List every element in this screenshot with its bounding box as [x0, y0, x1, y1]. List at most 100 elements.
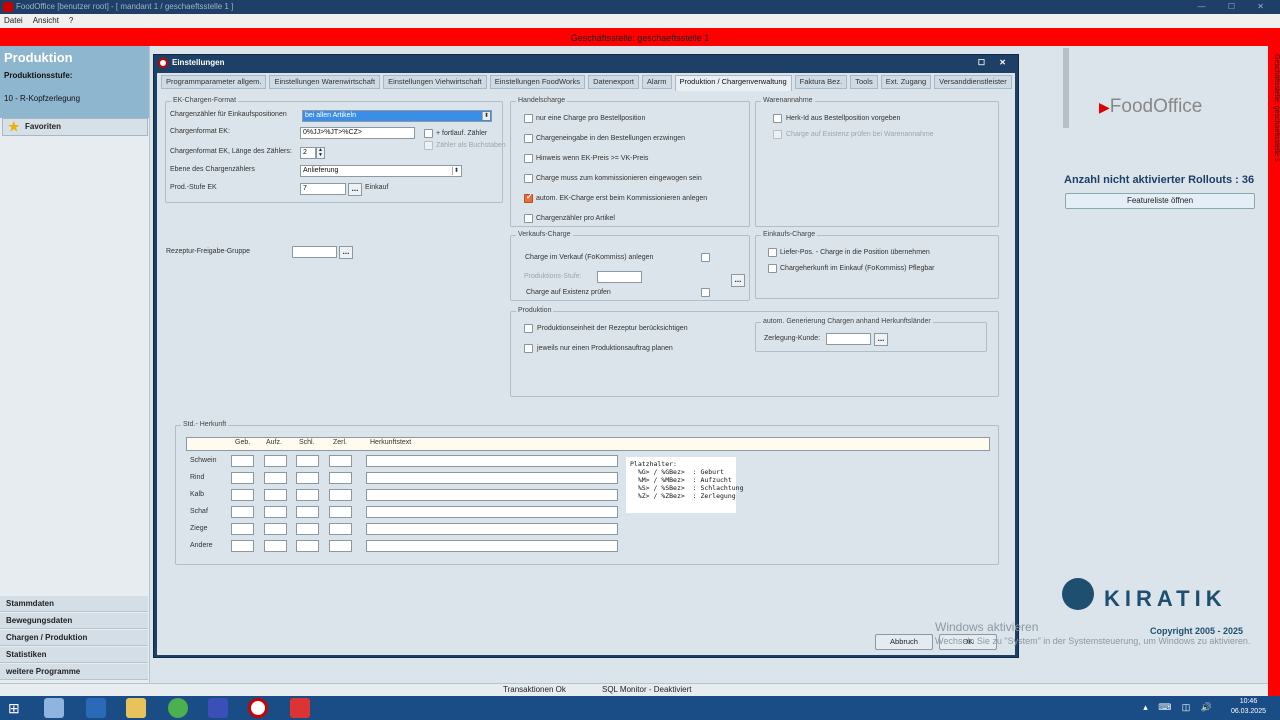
handel-cb-4[interactable]: ✓: [524, 192, 533, 203]
herkunft-cell-aufz[interactable]: [264, 489, 287, 501]
herkunftstext-input[interactable]: [366, 489, 618, 501]
einkaufs-charge-title: Einkaufs-Charge: [761, 231, 818, 238]
herkunft-cell-aufz[interactable]: [264, 523, 287, 535]
chargenformat-ek-input[interactable]: 0%JJ>%JT>%CZ>: [300, 127, 415, 139]
herkunft-cell-schl[interactable]: [296, 455, 319, 467]
tab-tools[interactable]: Tools: [850, 75, 878, 89]
abbruch-button[interactable]: Abbruch: [875, 634, 933, 650]
verkauf-anlegen-label: Charge im Verkauf (FoKommiss) anlegen: [525, 254, 654, 261]
herkunft-cell-schl[interactable]: [296, 506, 319, 518]
col-herkunftstext: Herkunftstext: [370, 439, 412, 446]
herkunft-cell-geb[interactable]: [231, 523, 254, 535]
produktionsauftrag-checkbox[interactable]: [524, 344, 533, 353]
tab-datenexport[interactable]: Datenexport: [588, 75, 639, 89]
herkunftstext-input[interactable]: [366, 523, 618, 535]
herkunft-cell-schl[interactable]: [296, 489, 319, 501]
herkunft-cell-schl[interactable]: [296, 523, 319, 535]
menu-help[interactable]: ?: [69, 16, 73, 25]
sidebar-item-statistiken[interactable]: Statistiken: [0, 647, 148, 663]
herkunftstext-input[interactable]: [366, 455, 618, 467]
verkauf-anlegen-checkbox[interactable]: [701, 253, 710, 262]
tab-versanddienstleister[interactable]: Versanddienstleister: [934, 75, 1012, 89]
produktions-stufe-lookup-button[interactable]: ...: [731, 274, 745, 287]
rezeptur-freigabe-lookup-button[interactable]: ...: [339, 246, 353, 259]
laenge-zaehler-input[interactable]: 2: [300, 147, 316, 159]
foodoffice-alt-icon[interactable]: [290, 698, 310, 718]
prod-stufe-ek-lookup-button[interactable]: ...: [348, 183, 362, 196]
herkunft-cell-geb[interactable]: [231, 540, 254, 552]
tab-viehwirtschaft[interactable]: Einstellungen Viehwirtschaft: [383, 75, 487, 89]
tab-foodworks[interactable]: Einstellungen FoodWorks: [489, 75, 586, 89]
zaehler-buchstaben-checkbox[interactable]: [424, 141, 433, 150]
herkunft-cell-geb[interactable]: [231, 506, 254, 518]
favoriten-button[interactable]: ★ Favoriten: [2, 118, 148, 136]
handel-cb-0[interactable]: [524, 114, 533, 123]
menu-ansicht[interactable]: Ansicht: [33, 16, 59, 25]
herkunft-cell-geb[interactable]: [231, 472, 254, 484]
herkunft-cell-geb[interactable]: [231, 455, 254, 467]
file-explorer-icon[interactable]: [126, 698, 146, 718]
tab-produktion-chargenverwaltung[interactable]: Produktion / Chargenverwaltung: [674, 75, 792, 91]
handel-cb-1[interactable]: [524, 134, 533, 143]
produktionseinheit-checkbox[interactable]: [524, 324, 533, 333]
chargenzaehler-label: Chargenzähler für Einkaufspositionen: [170, 111, 287, 118]
powershell-icon[interactable]: [86, 698, 106, 718]
herkunft-cell-schl[interactable]: [296, 540, 319, 552]
tab-faktura-bez[interactable]: Faktura Bez.: [794, 75, 848, 89]
foodoffice-task-icon[interactable]: [248, 698, 268, 718]
herk-id-checkbox[interactable]: [773, 114, 782, 123]
herkunft-cell-schl[interactable]: [296, 472, 319, 484]
rezeptur-freigabe-input[interactable]: [292, 246, 337, 258]
prod-stufe-ek-input[interactable]: 7: [300, 183, 346, 195]
laenge-zaehler-spinner[interactable]: ▲ ▼: [316, 147, 325, 159]
windows-start-icon[interactable]: ⊞: [8, 698, 28, 718]
liefer-pos-checkbox[interactable]: [768, 248, 777, 257]
existenz-warenannahme-checkbox[interactable]: [773, 130, 782, 139]
tab-alarm[interactable]: Alarm: [641, 75, 672, 89]
herkunft-cell-aufz[interactable]: [264, 540, 287, 552]
herkunft-cell-aufz[interactable]: [264, 506, 287, 518]
herkunftstext-input[interactable]: [366, 506, 618, 518]
tab-programmparameter[interactable]: Programmparameter allgem.: [161, 75, 267, 89]
fortlauf-zaehler-checkbox[interactable]: [424, 129, 433, 138]
herkunft-cell-zerl[interactable]: [329, 523, 352, 535]
handel-cb-3[interactable]: [524, 174, 533, 183]
herkunft-cell-zerl[interactable]: [329, 540, 352, 552]
herkunft-cell-aufz[interactable]: [264, 472, 287, 484]
chargeherkunft-checkbox[interactable]: [768, 264, 777, 273]
herkunft-cell-zerl[interactable]: [329, 472, 352, 484]
menu-datei[interactable]: Datei: [4, 16, 23, 25]
chrome-icon[interactable]: [168, 698, 188, 718]
system-tray-icons[interactable]: ▴ ⌨ ◫ 🔊: [1143, 702, 1216, 713]
chargenzaehler-select[interactable]: bei allen Artikeln ⬍: [302, 110, 492, 122]
produktionsstufe-value[interactable]: 10 - R-Kopfzerlegung: [4, 94, 145, 103]
tab-ext-zugang[interactable]: Ext. Zugang: [880, 75, 932, 89]
sidebar-item-stammdaten[interactable]: Stammdaten: [0, 596, 148, 612]
herkunftstext-input[interactable]: [366, 472, 618, 484]
handel-cb-5[interactable]: [524, 214, 533, 223]
save-disk-icon[interactable]: [208, 698, 228, 718]
handel-cb-2[interactable]: [524, 154, 533, 163]
sidebar-item-chargen-produktion[interactable]: Chargen / Produktion: [0, 630, 148, 646]
server-manager-icon[interactable]: [44, 698, 64, 718]
herkunft-cell-zerl[interactable]: [329, 489, 352, 501]
dialog-controls[interactable]: ☐ ✕: [978, 55, 1012, 71]
featureliste-button[interactable]: Featureliste öffnen: [1065, 193, 1255, 209]
herkunft-cell-zerl[interactable]: [329, 506, 352, 518]
sidebar-item-bewegungsdaten[interactable]: Bewegungsdaten: [0, 613, 148, 629]
produktions-stufe-input[interactable]: [597, 271, 642, 283]
herkunft-cell-zerl[interactable]: [329, 455, 352, 467]
zerlegung-kunde-input[interactable]: [826, 333, 871, 345]
clock[interactable]: 10:46 06.03.2025: [1231, 697, 1266, 717]
tab-warenwirtschaft[interactable]: Einstellungen Warenwirtschaft: [269, 75, 381, 89]
verkauf-existenz-checkbox[interactable]: [701, 288, 710, 297]
dialog-app-icon: [158, 58, 168, 68]
zaehler-buchstaben-label: Zähler als Buchstaben: [436, 142, 506, 149]
herkunft-cell-geb[interactable]: [231, 489, 254, 501]
herkunft-cell-aufz[interactable]: [264, 455, 287, 467]
window-controls[interactable]: — ☐ ✕: [1198, 0, 1274, 14]
zerlegung-kunde-lookup-button[interactable]: ...: [874, 333, 888, 346]
herkunftstext-input[interactable]: [366, 540, 618, 552]
ebene-chargenzaehler-select[interactable]: Anlieferung ⬍: [300, 165, 462, 177]
sidebar-item-weitere-programme[interactable]: weitere Programme: [0, 664, 148, 680]
